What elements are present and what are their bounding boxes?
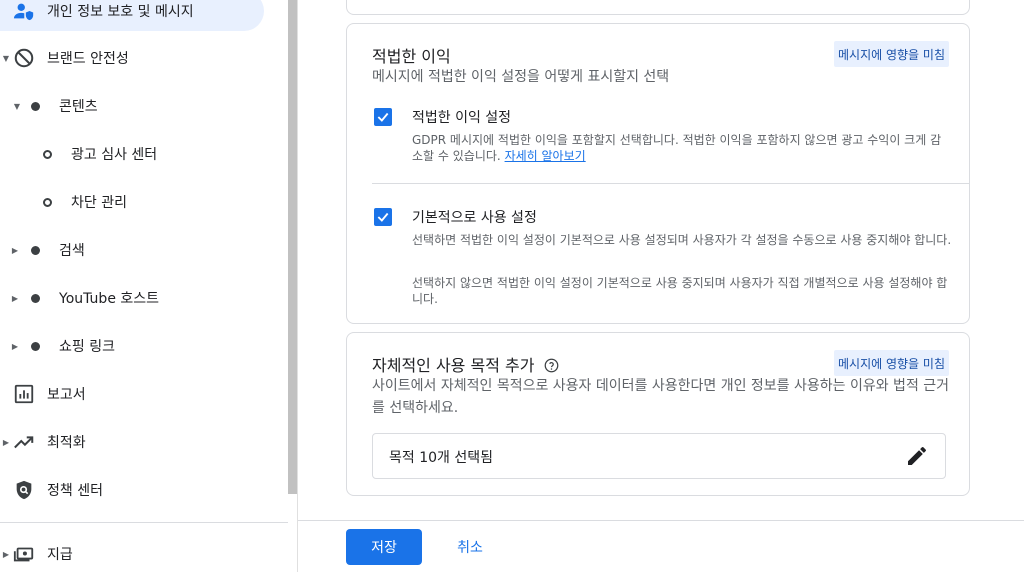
previous-card <box>346 0 970 15</box>
checkbox-description: GDPR 메시지에 적법한 이익을 포함할지 선택합니다. 적법한 이익을 포함… <box>412 133 942 163</box>
custom-purposes-card: 자체적인 사용 목적 추가 메시지에 영향을 미침 사이트에서 자체적인 목적으… <box>346 332 970 496</box>
chevron-down-icon[interactable]: ▼ <box>12 101 22 111</box>
card-subtitle: 메시지에 적법한 이익 설정을 어떻게 표시할지 선택 <box>372 69 670 85</box>
sidebar-item-label: 최적화 <box>47 435 86 451</box>
card-title: 자체적인 사용 목적 추가 <box>372 352 559 377</box>
learn-more-link[interactable]: 자세히 알아보기 <box>505 149 586 163</box>
sidebar-item-label: 개인 정보 보호 및 메시지 <box>47 4 194 20</box>
purposes-selected-count: 목적 10개 선택됨 <box>389 450 493 466</box>
chevron-right-icon[interactable]: ▶ <box>10 293 20 303</box>
trending-up-icon <box>13 431 35 453</box>
sidebar: 개인 정보 보호 및 메시지 ▼ 브랜드 안전성 ▼ 콘텐츠 광고 심사 센터 … <box>0 0 288 572</box>
sidebar-item-payments[interactable]: ▶ 지급 <box>0 534 288 574</box>
sidebar-item-brand-safety[interactable]: ▼ 브랜드 안전성 <box>0 38 288 78</box>
card-subtitle: 사이트에서 자체적인 목적으로 사용자 데이터를 사용한다면 개인 정보를 사용… <box>372 378 950 416</box>
sidebar-item-shopping-links[interactable]: ▶ 쇼핑 링크 <box>0 326 288 366</box>
bar-chart-icon <box>13 383 35 405</box>
chevron-right-icon[interactable]: ▶ <box>1 549 11 559</box>
checkbox-label: 적법한 이익 설정 <box>412 110 512 126</box>
chevron-right-icon[interactable]: ▶ <box>10 341 20 351</box>
sidebar-item-reports[interactable]: 보고서 <box>0 374 288 414</box>
cancel-button[interactable]: 취소 <box>442 529 498 565</box>
default-on-checkbox[interactable] <box>374 208 392 226</box>
chevron-down-icon[interactable]: ▼ <box>1 53 11 63</box>
sidebar-item-label: YouTube 호스트 <box>59 291 160 307</box>
sidebar-border <box>297 0 298 572</box>
bullet-outline-icon <box>36 191 58 213</box>
affects-message-badge: 메시지에 영향을 미침 <box>834 350 949 376</box>
chevron-right-icon[interactable]: ▶ <box>10 245 20 255</box>
bullet-icon <box>24 239 46 261</box>
sidebar-item-privacy-messaging[interactable]: 개인 정보 보호 및 메시지 <box>0 0 264 31</box>
sidebar-item-label: 보고서 <box>47 387 86 403</box>
sidebar-item-label: 쇼핑 링크 <box>59 339 115 355</box>
legitimate-interest-card: 적법한 이익 메시지에 영향을 미침 메시지에 적법한 이익 설정을 어떻게 표… <box>346 23 970 324</box>
sidebar-item-optimization[interactable]: ▶ 최적화 <box>0 422 288 462</box>
sidebar-divider <box>0 522 288 523</box>
sidebar-item-label: 콘텐츠 <box>59 99 98 115</box>
check-icon <box>377 112 389 122</box>
person-shield-icon <box>13 0 35 22</box>
sidebar-item-label: 지급 <box>47 547 73 563</box>
payments-icon <box>13 543 35 565</box>
sidebar-item-policy-center[interactable]: 정책 센터 <box>0 470 288 510</box>
bullet-icon <box>24 287 46 309</box>
save-button[interactable]: 저장 <box>346 529 422 565</box>
checkbox-label: 기본적으로 사용 설정 <box>412 210 537 226</box>
bullet-outline-icon <box>36 143 58 165</box>
block-icon <box>13 47 35 69</box>
sidebar-item-label: 광고 심사 센터 <box>71 147 158 163</box>
affects-message-badge: 메시지에 영향을 미침 <box>834 41 949 67</box>
edit-pencil-icon[interactable] <box>905 444 929 468</box>
checkbox-description: 선택하지 않으면 적법한 이익 설정이 기본적으로 사용 중지되며 사용자가 직… <box>412 276 948 306</box>
checkbox-description: 선택하면 적법한 이익 설정이 기본적으로 사용 설정되며 사용자가 각 설정을… <box>412 233 952 247</box>
sidebar-item-label: 정책 센터 <box>47 483 103 499</box>
sidebar-scrollbar[interactable] <box>288 0 297 494</box>
sidebar-item-label: 차단 관리 <box>71 195 127 211</box>
legitimate-interest-checkbox[interactable] <box>374 108 392 126</box>
sidebar-item-content[interactable]: ▼ 콘텐츠 <box>0 86 288 126</box>
bullet-icon <box>24 95 46 117</box>
sidebar-item-search[interactable]: ▶ 검색 <box>0 230 288 270</box>
chevron-right-icon[interactable]: ▶ <box>1 437 11 447</box>
purposes-selector[interactable]: 목적 10개 선택됨 <box>372 433 946 479</box>
check-icon <box>377 212 389 222</box>
sidebar-item-label: 브랜드 안전성 <box>47 51 129 67</box>
card-title: 적법한 이익 <box>372 47 451 66</box>
sidebar-item-label: 검색 <box>59 243 85 259</box>
section-divider <box>372 183 969 184</box>
sidebar-item-blocking-controls[interactable]: 차단 관리 <box>0 182 288 222</box>
footer-divider <box>298 520 1024 521</box>
bullet-icon <box>24 335 46 357</box>
sidebar-item-ad-review-center[interactable]: 광고 심사 센터 <box>0 134 288 174</box>
sidebar-item-youtube-host[interactable]: ▶ YouTube 호스트 <box>0 278 288 318</box>
policy-shield-icon <box>13 479 35 501</box>
